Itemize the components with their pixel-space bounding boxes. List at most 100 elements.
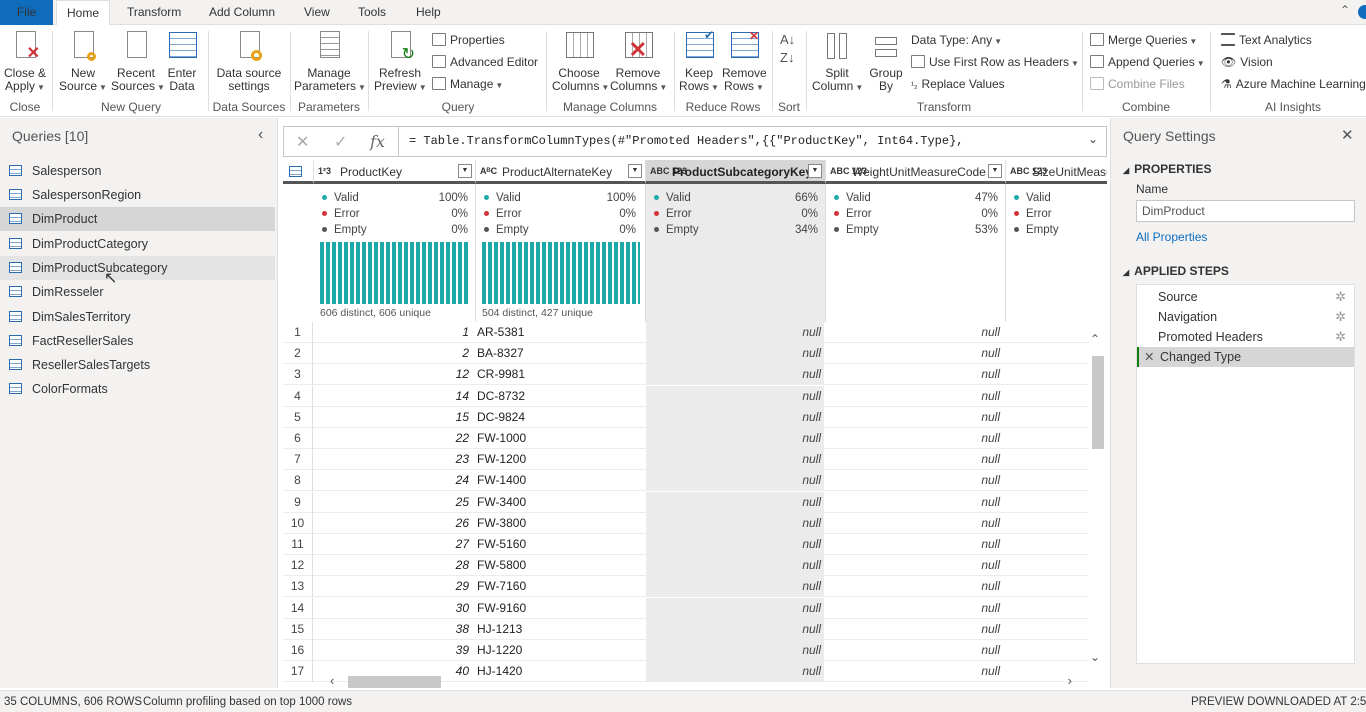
cell-weight-unit[interactable]: null — [826, 598, 1004, 619]
cell-alternate-key[interactable]: FW-1200 — [477, 449, 645, 470]
name-input[interactable]: DimProduct — [1136, 200, 1355, 222]
cell-weight-unit[interactable]: null — [826, 407, 1004, 428]
tab-home[interactable]: Home — [56, 0, 110, 25]
cell-weight-unit[interactable]: null — [826, 492, 1004, 513]
group-by-button[interactable]: Group By — [866, 29, 906, 93]
replace-values-button[interactable]: ¹₂ Replace Values — [911, 76, 1005, 93]
cell-subcategory-key[interactable]: null — [646, 534, 824, 554]
commit-formula-icon[interactable]: ✓ — [334, 132, 347, 152]
cell-weight-unit[interactable]: null — [826, 576, 1004, 597]
scroll-down-icon[interactable]: ⌄ — [1090, 650, 1100, 664]
manage-button[interactable]: Manage ▼ — [432, 76, 503, 94]
cell-subcategory-key[interactable]: null — [646, 449, 824, 470]
all-properties-link[interactable]: All Properties — [1136, 230, 1207, 244]
manage-parameters-button[interactable]: Manage Parameters ▼ — [294, 29, 366, 94]
row-number[interactable]: 17 — [283, 661, 313, 683]
query-item-selected[interactable]: DimProduct — [0, 207, 275, 231]
filter-dropdown-icon[interactable]: ▼ — [458, 164, 472, 178]
table-row[interactable]: 8 24 FW-1400 null null — [283, 470, 1089, 492]
cell-subcategory-key[interactable]: null — [646, 555, 824, 576]
column-header-selected[interactable]: ABC 123ProductSubcategoryKey ▼ — [646, 160, 826, 184]
cell-alternate-key[interactable]: FW-5160 — [477, 534, 645, 555]
cell-weight-unit[interactable]: null — [826, 640, 1004, 661]
cell-subcategory-key[interactable]: null — [646, 428, 824, 448]
table-row[interactable]: 9 25 FW-3400 null null — [283, 491, 1089, 513]
cell-weight-unit[interactable]: null — [826, 449, 1004, 470]
close-apply-button[interactable]: ✕ Close & Apply ▼ — [2, 29, 48, 94]
row-number[interactable]: 16 — [283, 640, 313, 661]
cell-subcategory-key[interactable]: null — [646, 470, 824, 491]
row-number[interactable]: 5 — [283, 406, 313, 428]
split-column-button[interactable]: Split Column ▼ — [812, 29, 863, 94]
cell-weight-unit[interactable]: null — [826, 534, 1004, 555]
use-first-row-headers-button[interactable]: Use First Row as Headers ▼ — [911, 54, 1079, 72]
cell-product-key[interactable]: 12 — [314, 364, 473, 385]
remove-columns-button[interactable]: ✕ Remove Columns ▼ — [610, 29, 667, 94]
row-number[interactable]: 13 — [283, 576, 313, 598]
cell-subcategory-key[interactable]: null — [646, 406, 824, 427]
advanced-editor-button[interactable]: Advanced Editor — [432, 54, 538, 70]
cell-alternate-key[interactable]: FW-3800 — [477, 513, 645, 534]
cell-product-key[interactable]: 26 — [314, 513, 473, 534]
combine-files-button[interactable]: Combine Files — [1090, 76, 1185, 92]
row-number[interactable]: 7 — [283, 449, 313, 471]
cell-alternate-key[interactable]: FW-1400 — [477, 470, 645, 491]
tab-transform[interactable]: Transform — [127, 0, 181, 25]
cell-product-key[interactable]: 22 — [314, 428, 473, 449]
vertical-scroll-thumb[interactable] — [1092, 356, 1104, 449]
properties-section[interactable]: ◢ PROPERTIES — [1123, 162, 1212, 176]
recent-sources-button[interactable]: Recent Sources ▼ — [111, 29, 165, 94]
cancel-formula-icon[interactable]: ✕ — [296, 132, 309, 152]
function-icon[interactable]: fx — [370, 132, 385, 151]
cell-alternate-key[interactable]: BA-8327 — [477, 343, 645, 364]
column-header[interactable]: AᴮC ProductAlternateKey ▼ — [476, 160, 646, 184]
cell-subcategory-key[interactable]: null — [646, 491, 824, 512]
table-row[interactable]: 11 27 FW-5160 null null — [283, 534, 1089, 555]
step-item[interactable]: Source ✲ — [1137, 287, 1354, 307]
column-header[interactable]: ABC 123SizeUnitMeasu — [1006, 160, 1107, 184]
horizontal-scrollbar[interactable]: ‹ › — [314, 673, 1088, 690]
step-item[interactable]: Navigation ✲ — [1137, 307, 1354, 327]
help-circle-icon[interactable] — [1358, 5, 1366, 19]
cell-subcategory-key[interactable]: null — [646, 597, 824, 618]
tab-help[interactable]: Help — [416, 0, 441, 25]
cell-weight-unit[interactable]: null — [826, 322, 1004, 343]
query-item[interactable]: ResellerSalesTargets — [0, 353, 275, 377]
cell-subcategory-key[interactable]: null — [646, 640, 824, 660]
cell-subcategory-key[interactable]: null — [646, 322, 824, 342]
cell-subcategory-key[interactable]: null — [646, 512, 824, 533]
text-analytics-button[interactable]: Text Analytics — [1221, 32, 1312, 48]
delete-step-icon[interactable]: ✕ — [1144, 347, 1154, 367]
vertical-scrollbar[interactable]: ⌃ ⌄ — [1088, 332, 1106, 664]
data-source-settings-button[interactable]: Data source settings — [214, 29, 284, 93]
query-item[interactable]: ColorFormats — [0, 377, 275, 401]
table-row[interactable]: 10 26 FW-3800 null null — [283, 512, 1089, 534]
cell-alternate-key[interactable]: AR-5381 — [477, 322, 645, 343]
cell-product-key[interactable]: 14 — [314, 386, 473, 407]
row-number[interactable]: 9 — [283, 491, 313, 513]
select-all-corner[interactable] — [283, 160, 314, 184]
data-type-dropdown[interactable]: Data Type: Any ▼ — [911, 32, 1002, 50]
row-number[interactable]: 14 — [283, 597, 313, 619]
scroll-right-icon[interactable]: › — [1068, 673, 1072, 688]
cell-weight-unit[interactable]: null — [826, 428, 1004, 449]
keep-rows-button[interactable]: ✔ Keep Rows ▼ — [678, 29, 720, 94]
cell-alternate-key[interactable]: FW-9160 — [477, 598, 645, 619]
cell-subcategory-key[interactable]: null — [646, 343, 824, 364]
row-number[interactable]: 10 — [283, 512, 313, 534]
step-item-selected[interactable]: ✕ Changed Type — [1137, 347, 1354, 367]
choose-columns-button[interactable]: Choose Columns ▼ — [552, 29, 609, 94]
cell-weight-unit[interactable]: null — [826, 470, 1004, 491]
vision-button[interactable]: 👁 Vision — [1221, 54, 1273, 70]
cell-alternate-key[interactable]: HJ-1213 — [477, 619, 645, 640]
cell-alternate-key[interactable]: HJ-1220 — [477, 640, 645, 661]
refresh-preview-button[interactable]: ↻ Refresh Preview ▼ — [374, 29, 427, 94]
cell-subcategory-key[interactable]: null — [646, 576, 824, 597]
cell-product-key[interactable]: 23 — [314, 449, 473, 470]
cell-product-key[interactable]: 1 — [314, 322, 473, 343]
scroll-up-icon[interactable]: ⌃ — [1090, 332, 1100, 346]
row-number[interactable]: 12 — [283, 555, 313, 577]
tab-tools[interactable]: Tools — [358, 0, 386, 25]
table-row[interactable]: 16 39 HJ-1220 null null — [283, 640, 1089, 661]
cell-alternate-key[interactable]: FW-7160 — [477, 576, 645, 597]
